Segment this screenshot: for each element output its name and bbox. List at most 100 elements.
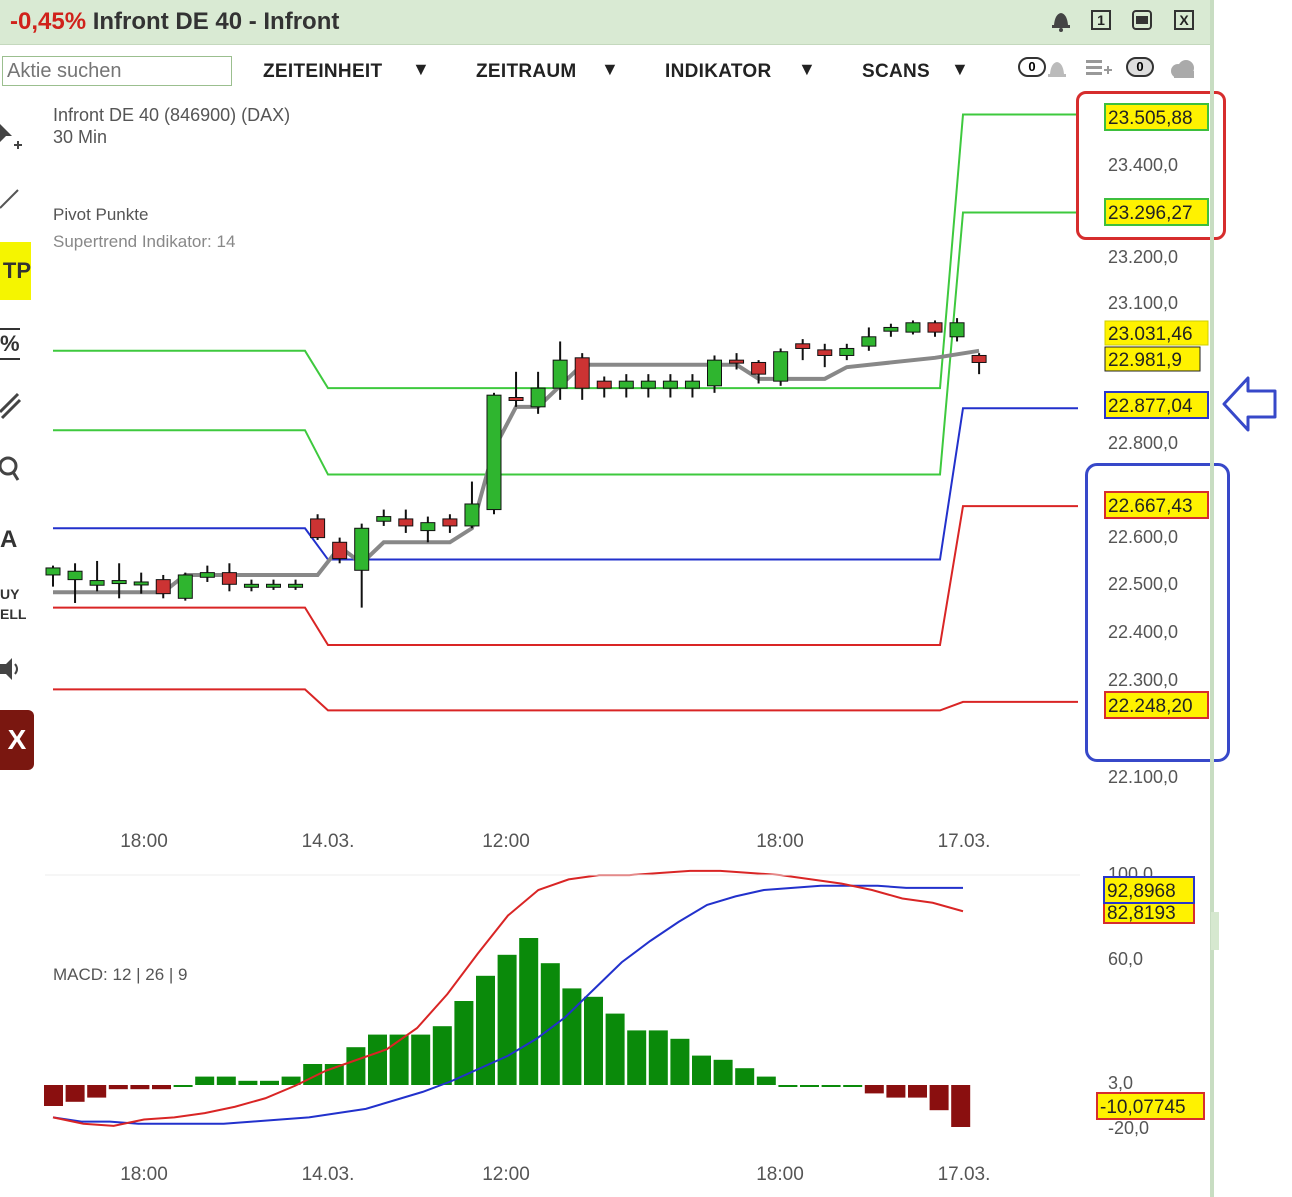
candle-up: [111, 580, 127, 585]
candle-up: [839, 347, 855, 356]
macd-label: MACD: 12 | 26 | 9: [53, 965, 188, 984]
histogram-bar-positive: [260, 1080, 279, 1085]
candle-up: [354, 527, 370, 571]
macd-y-tick: 60,0: [1108, 949, 1143, 969]
indicator-supertrend-label: Supertrend Indikator: 14: [53, 232, 235, 251]
macd-value: -10,07745: [1100, 1097, 1186, 1118]
price-label: 22.981,9: [1108, 350, 1182, 371]
candle-up: [640, 380, 656, 389]
histogram-bar-negative: [886, 1085, 906, 1098]
candle-up: [883, 326, 899, 332]
x-tick: 18:00: [120, 1164, 168, 1185]
histogram-bar-positive: [432, 1026, 452, 1085]
candle-up: [243, 583, 259, 588]
histogram-bar-positive: [368, 1034, 387, 1085]
pivot-line-red: [53, 688, 1078, 712]
price-label: 22.877,04: [1108, 396, 1193, 417]
macd-value: 92,8968: [1107, 881, 1176, 902]
x-axis: 18:00 14.03. 12:00 18:00 17.03.: [120, 831, 990, 852]
candle-down: [155, 579, 171, 595]
histogram-bar-negative: [908, 1085, 927, 1098]
candle-down: [221, 572, 237, 585]
histogram-bar-negative: [130, 1085, 150, 1090]
y-tick: 23.100,0: [1108, 293, 1178, 313]
histogram-bar-negative: [929, 1085, 949, 1111]
candles: [45, 318, 987, 608]
histogram-bar-positive: [735, 1068, 755, 1085]
candle-up: [861, 336, 877, 347]
histogram-bar-positive: [778, 1085, 798, 1087]
histogram-bar-positive: [584, 996, 603, 1085]
candle-down: [751, 361, 767, 375]
histogram-bar-positive: [519, 938, 539, 1085]
scrollbar-thumb[interactable]: [1211, 912, 1219, 950]
highlight-red-box: [1076, 91, 1226, 240]
histogram-bar-positive: [627, 1030, 647, 1085]
highlight-blue-box: [1085, 463, 1230, 762]
candle-up: [67, 570, 83, 581]
histogram-bar-negative: [864, 1085, 884, 1094]
x-tick: 12:00: [482, 1164, 530, 1185]
candle-up: [530, 387, 546, 408]
x-tick: 17.03.: [938, 831, 991, 852]
candle-up: [552, 359, 568, 389]
histogram-bar-positive: [713, 1059, 733, 1085]
candle-up: [266, 583, 281, 588]
candle-down: [795, 343, 811, 349]
histogram-bar-negative: [152, 1085, 171, 1090]
y-tick: 22.100,0: [1108, 767, 1178, 787]
candle-up: [45, 567, 61, 576]
candle-up: [177, 574, 193, 599]
scrollbar[interactable]: [1210, 0, 1214, 1197]
candle-down: [332, 541, 348, 560]
macd-y-tick: -20,0: [1108, 1118, 1149, 1138]
histogram-bar-positive: [497, 954, 517, 1085]
histogram-bar-positive: [648, 1030, 668, 1085]
candle-up: [464, 503, 480, 527]
candle-down: [596, 380, 612, 389]
macd-x-axis: 18:00 14.03. 12:00 18:00 17.03.: [120, 1164, 990, 1185]
candle-up: [288, 583, 304, 588]
chart-canvas[interactable]: Infront DE 40 (846900) (DAX) 30 Min Pivo…: [0, 0, 1210, 1197]
candle-down: [927, 322, 943, 333]
y-tick: 22.800,0: [1108, 433, 1178, 453]
histogram-bar-positive: [692, 1055, 711, 1085]
instrument-label: Infront DE 40 (846900) (DAX): [53, 105, 290, 125]
x-tick: 14.03.: [302, 831, 355, 852]
histogram-bar-negative: [65, 1085, 85, 1102]
candle-up: [684, 380, 700, 389]
candle-down: [817, 349, 833, 356]
x-tick: 18:00: [756, 1164, 804, 1185]
histogram-bar-positive: [756, 1076, 776, 1085]
macd-value: 82,8193: [1107, 903, 1176, 924]
indicator-pivot-label: Pivot Punkte: [53, 205, 148, 224]
candle-up: [486, 394, 502, 511]
histogram-bar-positive: [800, 1085, 819, 1087]
pivot-lines: [53, 113, 1078, 712]
interval-label: 30 Min: [53, 127, 107, 147]
histogram-bar-positive: [411, 1034, 431, 1085]
histogram-bar-positive: [670, 1038, 690, 1085]
histogram-bar-positive: [346, 1047, 366, 1085]
candle-up: [773, 351, 789, 382]
arrow-left-icon: [1220, 374, 1280, 434]
histogram-bar-positive: [195, 1076, 215, 1085]
candle-up: [133, 581, 149, 586]
candle-up: [905, 322, 921, 333]
histogram-bar-positive: [821, 1085, 841, 1087]
candle-up: [662, 380, 678, 389]
x-tick: 17.03.: [938, 1164, 991, 1185]
histogram-bar-positive: [843, 1085, 863, 1087]
pivot-line-green: [53, 113, 1078, 390]
candle-up: [89, 580, 105, 586]
candle-up: [376, 516, 392, 522]
candle-up: [618, 380, 634, 389]
histogram-bar-negative: [108, 1085, 128, 1090]
histogram-bar-positive: [238, 1080, 258, 1085]
histogram-bar-negative: [44, 1085, 63, 1106]
histogram-bar-positive: [216, 1076, 236, 1085]
histogram-bar-positive: [173, 1085, 193, 1087]
histogram-bar-positive: [389, 1034, 409, 1085]
x-tick: 18:00: [120, 831, 168, 852]
histogram-bar-negative: [951, 1085, 971, 1127]
